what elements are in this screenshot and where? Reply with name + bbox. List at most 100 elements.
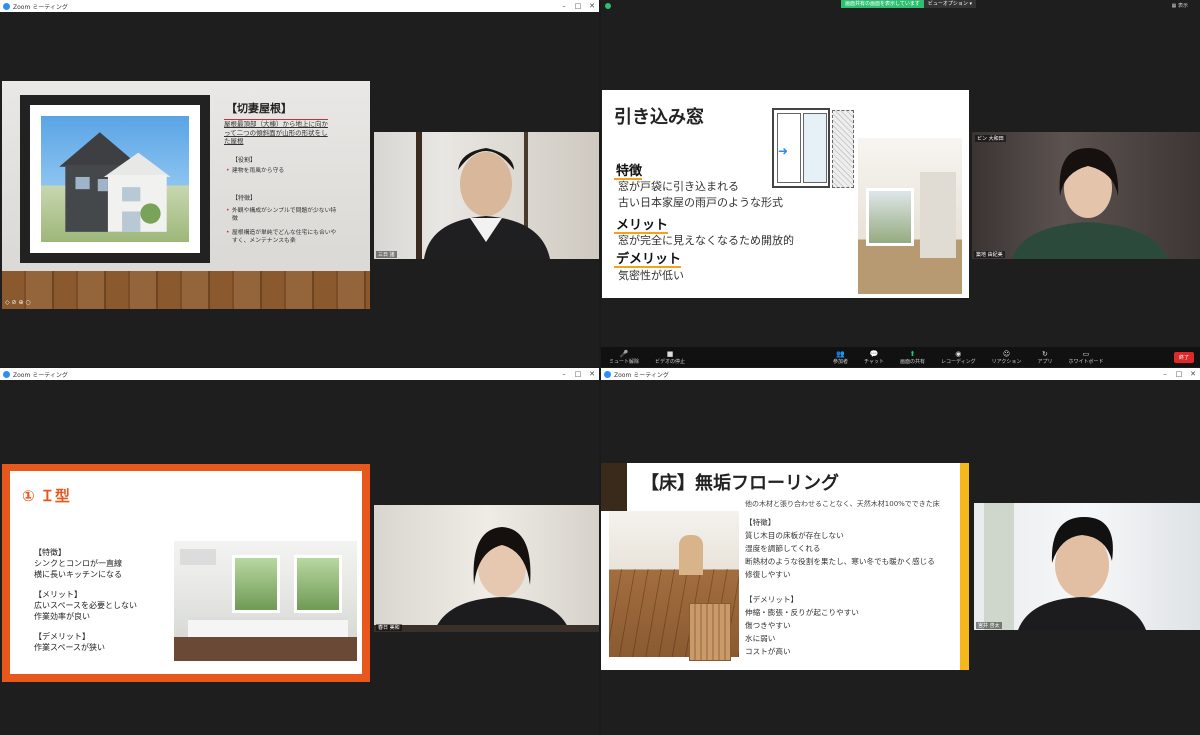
zoom-logo-icon — [3, 2, 10, 10]
zoom-window-2: 画面共有の画面を表示しています ビューオプション ▾ ▦ 表示 引き込み窓 ➜ … — [601, 0, 1200, 367]
maximize-icon[interactable]: □ — [571, 370, 585, 378]
close-icon[interactable]: ✕ — [585, 370, 599, 378]
arrow-right-icon: ➜ — [778, 144, 789, 158]
shared-slide: 【切妻屋根】 屋根最頂部（大棟）から地上に向かって二つの傾斜面が山形の形状をした… — [2, 81, 370, 309]
feature-heading: 特徴 — [613, 160, 643, 180]
toolbar-label: レコーディング — [941, 358, 976, 365]
feature-item: 外観や構成がシンプルで問題が少ない特徴 — [226, 207, 338, 223]
end-meeting-button[interactable]: 終了 — [1173, 351, 1194, 363]
demerit-line: コストが高い — [745, 647, 791, 656]
window-title: Zoom ミーティング — [13, 3, 68, 11]
view-options-button[interactable]: ビューオプション ▾ — [923, 0, 976, 8]
minimize-icon[interactable]: – — [557, 2, 571, 10]
toolbar-label: 参加者 — [833, 358, 849, 365]
chat-icon: 💬 — [869, 349, 879, 358]
house-photo — [41, 116, 189, 242]
maximize-icon[interactable]: □ — [1172, 370, 1186, 378]
participant-video[interactable]: 宮井 啓太 — [974, 503, 1200, 630]
toolbar-video-button[interactable]: ■ ビデオの停止 — [655, 350, 685, 365]
demerit-line: 伸縮・膨張・反りが起こりやすい — [745, 608, 859, 617]
toolbar-whiteboard-button[interactable]: ▭ ホワイトボード — [1068, 350, 1103, 365]
participant-name: 築地 由紀美 — [974, 251, 1005, 258]
slide-lead: 屋根最頂部（大棟）から地上に向かって二つの傾斜面が山形の形状をした屋根 — [224, 119, 328, 146]
participant-video[interactable]: 春日 美和 — [374, 505, 599, 632]
feature-line: 修復しやすい — [745, 570, 791, 579]
toolbar-label: 画面の共有 — [900, 358, 926, 365]
participant-video[interactable]: ピン 大和田 築地 由紀美 — [972, 132, 1200, 259]
feature-line: 古い日本家屋の雨戸のような形式 — [618, 196, 783, 209]
toolbar-chat-button[interactable]: 💬 チャット — [864, 350, 884, 365]
role-item: 建物を雨風から守る — [226, 167, 338, 175]
toolbar-record-button[interactable]: ◉ レコーディング — [941, 350, 976, 365]
merit-label: 【メリット】 — [34, 590, 82, 599]
toolbar-label: チャット — [864, 358, 884, 365]
mic-icon: 🎤 — [619, 349, 629, 358]
slide-tools[interactable]: ◇ ⊘ ⊕ ○ — [5, 299, 31, 306]
pin-badge: ピン 大和田 — [975, 135, 1006, 142]
toolbar-label: ビデオの停止 — [655, 358, 686, 365]
window-title: Zoom ミーティング — [13, 371, 68, 379]
toolbar-label: ミュート解除 — [609, 358, 640, 365]
shared-slide: 引き込み窓 ➜ 特徴 窓が戸袋に引き込まれる 古い日本家屋の雨戸のような形式 メ… — [602, 90, 969, 298]
picture-frame — [20, 95, 210, 263]
zoom-window-3: Zoom ミーティング – □ ✕ ① Ｉ型 【特徴】 シンクとコンロが一直線 … — [0, 368, 599, 735]
window-titlebar[interactable]: Zoom ミーティング – □ ✕ — [0, 0, 599, 12]
minimize-icon[interactable]: – — [557, 370, 571, 378]
whiteboard-icon: ▭ — [1082, 349, 1090, 358]
demerit-line: 気密性が低い — [618, 269, 684, 282]
demerit-line: 作業スペースが狭い — [34, 643, 106, 652]
demerit-label: 【デメリット】 — [745, 595, 799, 604]
toolbar-label: アプリ — [1037, 358, 1053, 365]
close-icon[interactable]: ✕ — [585, 2, 599, 10]
feature-line: シンクとコンロが一直線 — [34, 559, 122, 568]
slide-title: ① Ｉ型 — [22, 487, 70, 505]
wood-floor — [2, 271, 370, 309]
share-screen-icon: ⬆ — [909, 349, 916, 358]
slide-title: 引き込み窓 — [614, 107, 704, 128]
maximize-icon[interactable]: □ — [571, 2, 585, 10]
kitchen-photo — [174, 541, 357, 661]
wood-sample-photo — [689, 603, 731, 661]
toolbar-participants-button[interactable]: 👥 参加者 — [833, 350, 848, 365]
toolbar-reaction-button[interactable]: ☺ リアクション — [992, 350, 1022, 365]
security-shield-icon[interactable] — [605, 3, 611, 9]
toolbar-mic-button[interactable]: 🎤 ミュート解除 — [609, 350, 639, 365]
merit-line: 広いスペースを必要としない — [34, 601, 138, 610]
close-icon[interactable]: ✕ — [1186, 370, 1200, 378]
slide-title: 【床】無垢フローリング — [641, 473, 839, 494]
slide-corner-decoration — [601, 463, 627, 511]
minimize-icon[interactable]: – — [1158, 370, 1172, 378]
record-icon: ◉ — [955, 349, 962, 358]
video-icon: ■ — [666, 349, 674, 358]
feature-line: 横に長いキッチンになる — [34, 570, 122, 579]
meeting-toolbar: 🎤 ミュート解除 ■ ビデオの停止 👥 参加者 💬 チャット ⬆ 画面の共有 ◉ レコーディ… — [601, 347, 1200, 367]
demerit-label: 【デメリット】 — [34, 632, 90, 641]
feature-label: 【特徴】 — [34, 548, 66, 557]
toolbar-label: ホワイトボード — [1068, 358, 1104, 365]
toolbar-share-button[interactable]: ⬆ 画面の共有 — [900, 350, 925, 365]
participant-name: 宮井 啓太 — [976, 622, 1002, 629]
window-titlebar[interactable]: Zoom ミーティング – □ ✕ — [601, 368, 1200, 380]
feature-line: 断熱材のような役割を果たし、寒い冬でも暖かく感じる — [745, 557, 935, 566]
participant-name: 春日 美和 — [376, 624, 402, 631]
toolbar-label: リアクション — [991, 358, 1022, 365]
toolbar-apps-button[interactable]: ↻ アプリ — [1037, 350, 1052, 365]
demerit-heading: デメリット — [613, 248, 682, 268]
merit-line: 窓が完全に見えなくなるため開放的 — [618, 234, 794, 247]
demerit-line: 傷つきやすい — [745, 621, 791, 630]
slide-accent-bar — [960, 463, 969, 670]
reaction-icon: ☺ — [1002, 349, 1011, 358]
room-photo — [858, 138, 962, 294]
window-titlebar[interactable]: Zoom ミーティング – □ ✕ — [0, 368, 599, 380]
slide-title: 【切妻屋根】 — [226, 102, 292, 115]
shared-slide: 【床】無垢フローリング 他の木材と張り合わせることなく、天然木材100%でできた… — [601, 463, 969, 670]
merit-line: 作業効率が良い — [34, 612, 90, 621]
slide-subtitle: 他の木材と張り合わせることなく、天然木材100%でできた床 — [745, 500, 940, 508]
participant-video[interactable]: 三日 諸 — [374, 132, 599, 259]
feature-line: 窓が戸袋に引き込まれる — [618, 180, 739, 193]
participant-name: 三日 諸 — [376, 251, 397, 258]
window-title: Zoom ミーティング — [614, 371, 669, 379]
view-label: 表示 — [1177, 3, 1188, 9]
feature-line: 質じ木目の床板が存在しない — [745, 531, 844, 540]
view-button[interactable]: ▦ 表示 — [1172, 2, 1188, 9]
